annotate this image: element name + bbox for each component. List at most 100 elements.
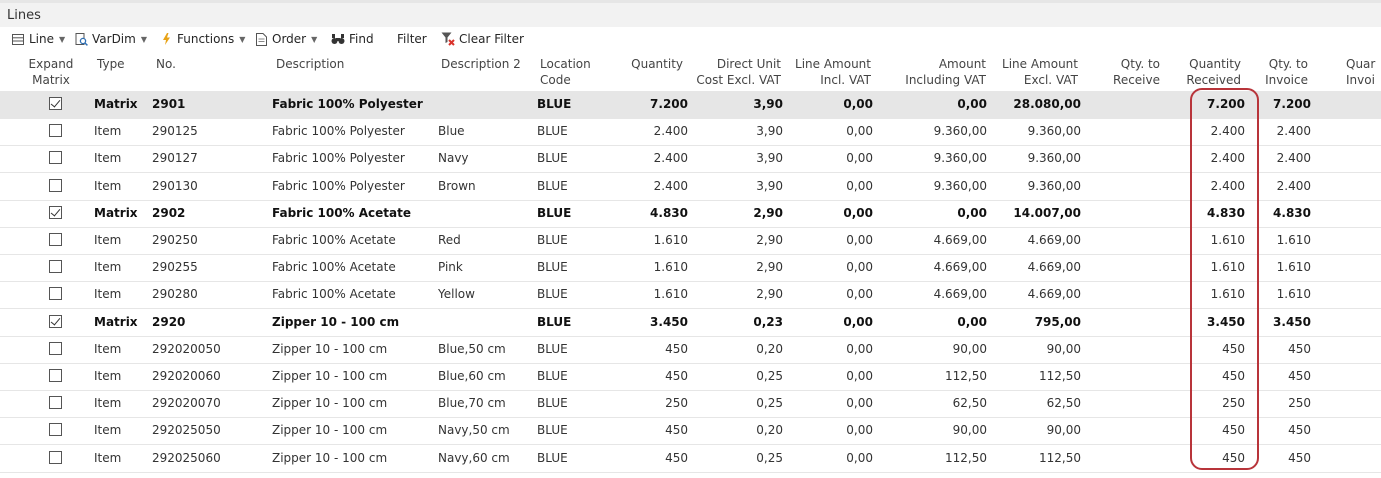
- cell-description[interactable]: Fabric 100% Acetate: [272, 254, 396, 281]
- table-row[interactable]: Item 292020050 Zipper 10 - 100 cm Blue,50 c…: [0, 336, 1381, 364]
- cell-description[interactable]: Zipper 10 - 100 cm: [272, 309, 399, 336]
- cell-no[interactable]: 290127: [152, 145, 198, 172]
- expand-matrix-checkbox[interactable]: [49, 287, 62, 301]
- cell-line-excl[interactable]: 4.669,00: [985, 254, 1081, 281]
- cell-no[interactable]: 290280: [152, 281, 198, 308]
- header-direct-unit-cost[interactable]: Direct Unit Cost Excl. VAT: [680, 56, 781, 88]
- header-expand-matrix[interactable]: Expand Matrix: [27, 56, 75, 88]
- find-button[interactable]: Find: [327, 28, 378, 50]
- cell-type[interactable]: Item: [94, 336, 121, 363]
- cell-description[interactable]: Fabric 100% Polyester: [272, 145, 405, 172]
- cell-qty-received[interactable]: 250: [1175, 390, 1245, 417]
- cell-line-excl[interactable]: 62,50: [985, 390, 1081, 417]
- cell-no[interactable]: 2901: [152, 91, 185, 118]
- table-row[interactable]: Item 292025060 Zipper 10 - 100 cm Navy,60 c…: [0, 445, 1381, 473]
- cell-unit-cost[interactable]: 2,90: [680, 254, 783, 281]
- table-row[interactable]: Item 290127 Fabric 100% Polyester Navy BLUE 2…: [0, 145, 1381, 174]
- cell-line-incl[interactable]: 0,00: [780, 254, 873, 281]
- cell-quantity[interactable]: 1.610: [600, 281, 688, 308]
- cell-qty-invoice[interactable]: 3.450: [1250, 309, 1311, 336]
- cell-description2[interactable]: Blue,60 cm: [438, 363, 506, 390]
- cell-unit-cost[interactable]: 0,25: [680, 390, 783, 417]
- cell-location[interactable]: BLUE: [537, 254, 568, 281]
- cell-amount-incl[interactable]: 9.360,00: [885, 145, 987, 172]
- cell-qty-invoice[interactable]: 7.200: [1250, 91, 1311, 118]
- cell-qty-invoice[interactable]: 1.610: [1250, 254, 1311, 281]
- cell-description[interactable]: Zipper 10 - 100 cm: [272, 445, 387, 472]
- cell-location[interactable]: BLUE: [537, 363, 568, 390]
- header-description[interactable]: Description: [276, 56, 344, 72]
- header-description-2[interactable]: Description 2: [441, 56, 521, 72]
- cell-description2[interactable]: Yellow: [438, 281, 475, 308]
- table-row[interactable]: Matrix 2920 Zipper 10 - 100 cm BLUE 3.450 0,2…: [0, 309, 1381, 337]
- cell-description2[interactable]: Brown: [438, 173, 476, 200]
- cell-amount-incl[interactable]: 62,50: [885, 390, 987, 417]
- cell-amount-incl[interactable]: 112,50: [885, 363, 987, 390]
- table-row[interactable]: Matrix 2901 Fabric 100% Polyester BLUE 7.200…: [0, 91, 1381, 119]
- expand-matrix-checkbox[interactable]: [49, 450, 62, 464]
- cell-qty-received[interactable]: 4.830: [1175, 200, 1245, 227]
- table-row[interactable]: Item 292020070 Zipper 10 - 100 cm Blue,70 c…: [0, 390, 1381, 419]
- cell-type[interactable]: Item: [94, 281, 121, 308]
- cell-location[interactable]: BLUE: [537, 390, 568, 417]
- cell-line-incl[interactable]: 0,00: [780, 309, 873, 336]
- cell-quantity[interactable]: 450: [600, 417, 688, 444]
- cell-unit-cost[interactable]: 2,90: [680, 227, 783, 254]
- cell-quantity[interactable]: 1.610: [600, 254, 688, 281]
- cell-qty-receive[interactable]: [1095, 118, 1160, 145]
- cell-line-excl[interactable]: 795,00: [985, 309, 1081, 336]
- expand-matrix-checkbox[interactable]: [49, 396, 62, 410]
- cell-qty-received[interactable]: 2.400: [1175, 173, 1245, 200]
- expand-matrix-checkbox[interactable]: [49, 260, 62, 274]
- cell-description[interactable]: Fabric 100% Polyester: [272, 173, 405, 200]
- expand-matrix-checkbox[interactable]: [49, 233, 62, 246]
- cell-location[interactable]: BLUE: [537, 281, 568, 308]
- cell-type[interactable]: Item: [94, 445, 121, 472]
- cell-quantity[interactable]: 450: [600, 445, 688, 472]
- cell-unit-cost[interactable]: 0,23: [680, 309, 783, 336]
- table-row[interactable]: Item 292020060 Zipper 10 - 100 cm Blue,60 c…: [0, 363, 1381, 391]
- cell-description[interactable]: Zipper 10 - 100 cm: [272, 417, 387, 444]
- cell-amount-incl[interactable]: 4.669,00: [885, 281, 987, 308]
- header-type[interactable]: Type: [97, 56, 125, 72]
- cell-qty-receive[interactable]: [1095, 91, 1160, 118]
- cell-description2[interactable]: Blue,70 cm: [438, 390, 506, 417]
- cell-qty-received[interactable]: 1.610: [1175, 227, 1245, 254]
- cell-qty-received[interactable]: 2.400: [1175, 118, 1245, 145]
- cell-qty-invoice[interactable]: 2.400: [1250, 145, 1311, 172]
- cell-location[interactable]: BLUE: [537, 145, 568, 172]
- cell-unit-cost[interactable]: 0,25: [680, 445, 783, 472]
- cell-location[interactable]: BLUE: [537, 309, 571, 336]
- cell-description[interactable]: Fabric 100% Acetate: [272, 200, 411, 227]
- cell-line-excl[interactable]: 14.007,00: [985, 200, 1081, 227]
- cell-line-incl[interactable]: 0,00: [780, 336, 873, 363]
- cell-description2[interactable]: Blue: [438, 118, 465, 145]
- cell-quantity[interactable]: 2.400: [600, 145, 688, 172]
- cell-line-excl[interactable]: 9.360,00: [985, 173, 1081, 200]
- vardim-menu-button[interactable]: VarDim ▼: [70, 28, 151, 50]
- expand-matrix-checkbox[interactable]: [49, 369, 62, 382]
- cell-location[interactable]: BLUE: [537, 227, 568, 254]
- header-line-amount-excl-vat[interactable]: Line Amount Excl. VAT: [985, 56, 1078, 88]
- cell-line-incl[interactable]: 0,00: [780, 145, 873, 172]
- cell-description2[interactable]: Navy: [438, 145, 469, 172]
- cell-amount-incl[interactable]: 9.360,00: [885, 173, 987, 200]
- header-qty-to-receive[interactable]: Qty. to Receive: [1095, 56, 1160, 88]
- filter-button[interactable]: Filter: [393, 28, 431, 50]
- cell-qty-received[interactable]: 1.610: [1175, 281, 1245, 308]
- cell-line-excl[interactable]: 90,00: [985, 417, 1081, 444]
- cell-amount-incl[interactable]: 90,00: [885, 417, 987, 444]
- cell-quantity[interactable]: 3.450: [600, 309, 688, 336]
- cell-quantity[interactable]: 4.830: [600, 200, 688, 227]
- cell-type[interactable]: Item: [94, 363, 121, 390]
- expand-matrix-checkbox[interactable]: [49, 178, 62, 192]
- order-menu-button[interactable]: Order ▼: [250, 28, 321, 50]
- cell-line-excl[interactable]: 28.080,00: [985, 91, 1081, 118]
- table-row[interactable]: Item 290125 Fabric 100% Polyester Blue BLUE 2…: [0, 118, 1381, 147]
- table-row[interactable]: Item 292025050 Zipper 10 - 100 cm Navy,50 c…: [0, 417, 1381, 446]
- cell-unit-cost[interactable]: 3,90: [680, 118, 783, 145]
- cell-description[interactable]: Fabric 100% Acetate: [272, 227, 396, 254]
- cell-amount-incl[interactable]: 4.669,00: [885, 227, 987, 254]
- cell-amount-incl[interactable]: 112,50: [885, 445, 987, 472]
- cell-quantity[interactable]: 450: [600, 336, 688, 363]
